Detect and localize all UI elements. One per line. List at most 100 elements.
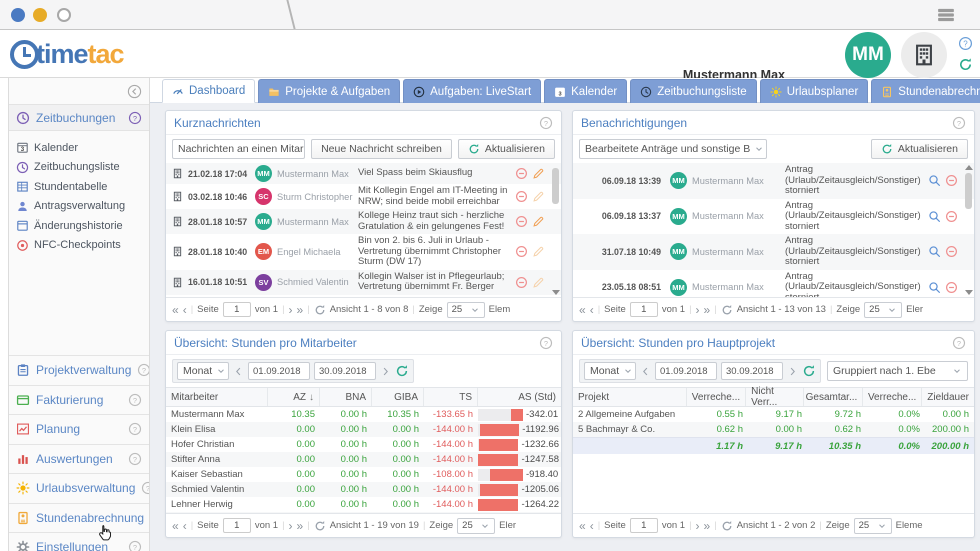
page-input[interactable]: [630, 518, 658, 533]
first-page-icon[interactable]: «: [172, 520, 179, 532]
sidebar-item[interactable]: NFC-Checkpoints: [9, 236, 149, 256]
notification-row[interactable]: 31.07.18 10:49 MM Mustermann Max Antrag …: [573, 234, 974, 270]
next-period-icon[interactable]: [380, 366, 391, 377]
table-row[interactable]: Hofer Christian 0.00 0.00 h 0.00 h -144.…: [166, 437, 561, 452]
column-header[interactable]: AS (Std) ↓: [478, 388, 561, 406]
last-page-icon[interactable]: »: [704, 520, 711, 532]
next-page-icon[interactable]: ›: [696, 304, 700, 316]
help-icon[interactable]: ?: [128, 422, 142, 436]
window-button-yellow[interactable]: [33, 8, 47, 22]
help-icon[interactable]: ?: [128, 393, 142, 407]
column-header[interactable]: Projekt: [573, 388, 687, 406]
last-page-icon[interactable]: »: [297, 304, 304, 316]
delete-message-icon[interactable]: [515, 215, 528, 228]
sidebar-section[interactable]: Einstellungen ?: [9, 532, 149, 551]
delete-notification-icon[interactable]: [945, 245, 958, 258]
table-row[interactable]: Kaiser Sebastian 0.00 0.00 h 0.00 h -108…: [166, 467, 561, 482]
edit-message-icon[interactable]: [532, 276, 545, 289]
help-icon[interactable]: ?: [958, 36, 973, 51]
first-page-icon[interactable]: «: [579, 520, 586, 532]
help-icon[interactable]: ?: [952, 336, 966, 350]
message-row[interactable]: 21.02.18 17:04 MM Mustermann Max Viel Sp…: [166, 163, 561, 184]
view-notification-icon[interactable]: [928, 245, 941, 258]
refresh-messages-button[interactable]: Aktualisieren: [458, 139, 555, 159]
column-header[interactable]: AZ ↓: [268, 388, 320, 406]
prev-period-icon[interactable]: [233, 366, 244, 377]
tab[interactable]: Stundenabrechnung: [871, 79, 980, 103]
prev-page-icon[interactable]: ‹: [183, 304, 187, 316]
help-icon[interactable]: ?: [128, 540, 142, 551]
table-row[interactable]: Stifter Anna 0.00 0.00 h 0.00 h -144.00 …: [166, 452, 561, 467]
avatar[interactable]: MM: [845, 32, 891, 78]
tab[interactable]: Dashboard: [162, 79, 255, 103]
sidebar-item[interactable]: Antragsverwaltung: [9, 197, 149, 217]
prev-period-icon[interactable]: [640, 366, 651, 377]
refresh-icon[interactable]: [721, 304, 733, 316]
help-icon[interactable]: ?: [952, 116, 966, 130]
new-message-button[interactable]: Neue Nachricht schreiben: [311, 139, 452, 159]
sidebar-collapse-icon[interactable]: [127, 84, 142, 99]
date-from-input[interactable]: [655, 362, 717, 380]
message-row[interactable]: 28.01.18 10:40 EM Engel Michaela Bin von…: [166, 234, 561, 270]
column-header[interactable]: TS ↓: [424, 388, 478, 406]
column-header[interactable]: BNA ↓: [320, 388, 372, 406]
refresh-icon[interactable]: [395, 364, 409, 378]
view-notification-icon[interactable]: [928, 210, 941, 223]
help-icon[interactable]: ?: [141, 481, 150, 495]
notification-row[interactable]: 06.09.18 13:39 MM Mustermann Max Antrag …: [573, 163, 974, 199]
timetac-logo[interactable]: time tac: [10, 39, 124, 70]
browser-menu-icon[interactable]: [930, 6, 962, 24]
delete-notification-icon[interactable]: [945, 210, 958, 223]
notification-filter-select[interactable]: Bearbeitete Anträge und sonstige B: [579, 139, 767, 159]
period-select[interactable]: Monat: [177, 362, 229, 380]
sidebar-section[interactable]: Auswertungen ?: [9, 444, 149, 474]
sidebar-section[interactable]: Fakturierung ?: [9, 385, 149, 415]
sidebar-section[interactable]: Planung ?: [9, 414, 149, 444]
sidebar-item[interactable]: Zeitbuchungsliste: [9, 158, 149, 178]
sidebar-item[interactable]: 3 Kalender: [9, 138, 149, 158]
notification-row[interactable]: 23.05.18 08:51 MM Mustermann Max Antrag …: [573, 270, 974, 298]
refresh-icon[interactable]: [802, 364, 816, 378]
sidebar-item[interactable]: Stundentabelle: [9, 177, 149, 197]
next-page-icon[interactable]: ›: [289, 520, 293, 532]
delete-message-icon[interactable]: [515, 245, 528, 258]
window-button-white[interactable]: [57, 8, 71, 22]
date-to-input[interactable]: [314, 362, 376, 380]
first-page-icon[interactable]: «: [579, 304, 586, 316]
help-icon[interactable]: ?: [137, 363, 150, 377]
table-row[interactable]: Klein Elisa 0.00 0.00 h 0.00 h -144.00 h…: [166, 422, 561, 437]
window-button-blue[interactable]: [11, 8, 25, 22]
date-from-input[interactable]: [248, 362, 310, 380]
column-header[interactable]: Nicht Verr...: [746, 388, 804, 406]
group-by-select[interactable]: Gruppiert nach 1. Ebe: [827, 361, 968, 381]
prev-page-icon[interactable]: ‹: [183, 520, 187, 532]
table-row[interactable]: Mustermann Max 10.35 0.00 h 10.35 h -133…: [166, 407, 561, 422]
edit-message-icon[interactable]: [532, 167, 545, 180]
sidebar-item[interactable]: Änderungshistorie: [9, 216, 149, 236]
prev-page-icon[interactable]: ‹: [590, 520, 594, 532]
delete-message-icon[interactable]: [515, 167, 528, 180]
date-to-input[interactable]: [721, 362, 783, 380]
view-notification-icon[interactable]: [928, 174, 941, 187]
tab[interactable]: Aufgaben: LiveStart: [403, 79, 541, 103]
next-page-icon[interactable]: ›: [289, 304, 293, 316]
delete-notification-icon[interactable]: [945, 174, 958, 187]
page-input[interactable]: [630, 302, 658, 317]
tab[interactable]: Projekte & Aufgaben: [258, 79, 400, 103]
message-row[interactable]: 08.01.18 10:44 BI Bachmann Iris 13. Juli…: [166, 295, 561, 298]
page-size-select[interactable]: 25: [447, 302, 485, 318]
column-header[interactable]: Gesamtar...: [804, 388, 863, 406]
tab[interactable]: 3 Kalender: [544, 79, 627, 103]
message-row[interactable]: 28.01.18 10:57 MM Mustermann Max Kollege…: [166, 209, 561, 234]
next-period-icon[interactable]: [787, 366, 798, 377]
view-notification-icon[interactable]: [928, 281, 941, 294]
delete-message-icon[interactable]: [515, 276, 528, 289]
table-row[interactable]: 2 Allgemeine Aufgaben 0.55 h 9.17 h 9.72…: [573, 407, 974, 422]
sidebar-section[interactable]: Urlaubsverwaltung ?: [9, 473, 149, 503]
message-filter-select[interactable]: Nachrichten an einen Mitarbeiter, L: [172, 139, 305, 159]
help-icon[interactable]: ?: [539, 116, 553, 130]
tab[interactable]: Urlaubsplaner: [760, 79, 869, 103]
notification-row[interactable]: 06.09.18 13:37 MM Mustermann Max Antrag …: [573, 199, 974, 235]
refresh-icon[interactable]: [314, 304, 326, 316]
column-header[interactable]: Verreche...: [863, 388, 922, 406]
